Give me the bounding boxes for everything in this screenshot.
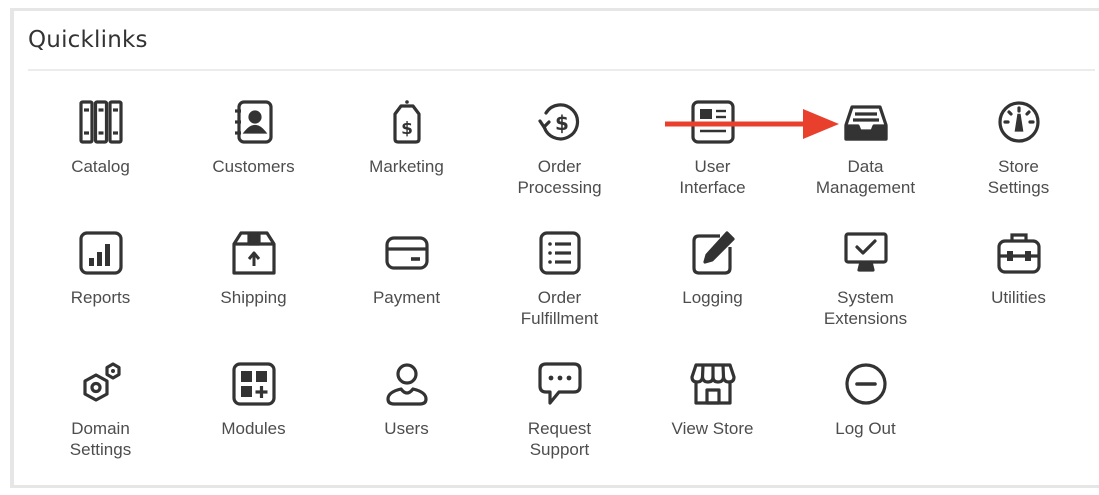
quicklinks-grid: Catalog Customers $ Marketing $ Order Pr… [24,90,1095,483]
logging-icon [687,227,739,279]
order-fulfillment-icon [534,227,586,279]
tile-utilities[interactable]: Utilities [942,221,1095,352]
tile-label: Payment [372,288,441,307]
tile-label: Store Settings [987,157,1050,197]
tile-label: Domain Settings [69,419,132,459]
catalog-icon [75,96,127,148]
tile-payment[interactable]: Payment [330,221,483,352]
tile-order-processing[interactable]: $ Order Processing [483,90,636,221]
tile-shipping[interactable]: Shipping [177,221,330,352]
order-processing-icon: $ [534,96,586,148]
tile-order-fulfillment[interactable]: Order Fulfillment [483,221,636,352]
tile-label: Order Processing [517,157,602,197]
tile-store-settings[interactable]: Store Settings [942,90,1095,221]
tile-label: View Store [671,419,754,438]
tile-users[interactable]: Users [330,352,483,483]
tile-label: Reports [70,288,131,307]
system-extensions-icon [840,227,892,279]
tile-view-store[interactable]: View Store [636,352,789,483]
tile-label: Modules [221,419,286,438]
tile-label: Marketing [369,157,444,176]
tile-label: Utilities [991,288,1046,307]
tile-label: Order Fulfillment [520,288,599,328]
users-icon [381,358,433,410]
tile-label: Request Support [527,419,592,459]
svg-text:$: $ [401,119,413,139]
tile-catalog[interactable]: Catalog [24,90,177,221]
marketing-icon: $ [381,96,433,148]
tile-label: Customers [212,157,295,176]
tile-log-out[interactable]: Log Out [789,352,942,483]
shipping-icon [228,227,280,279]
svg-text:$: $ [555,111,569,135]
tile-logging[interactable]: Logging [636,221,789,352]
tile-label: Data Management [815,157,916,197]
red-arrow-annotation [665,109,839,139]
log-out-icon [840,358,892,410]
view-store-icon [687,358,739,410]
payment-icon [381,227,433,279]
store-settings-icon [993,96,1045,148]
tile-label: Catalog [71,157,130,176]
domain-settings-icon [75,358,127,410]
tile-label: Users [384,419,429,438]
tile-label: System Extensions [823,288,908,328]
tile-marketing[interactable]: $ Marketing [330,90,483,221]
tile-system-extensions[interactable]: System Extensions [789,221,942,352]
tile-modules[interactable]: Modules [177,352,330,483]
data-management-icon [840,96,892,148]
tile-reports[interactable]: Reports [24,221,177,352]
tile-label: User Interface [679,157,746,197]
title-divider [28,69,1095,71]
tile-customers[interactable]: Customers [177,90,330,221]
customers-icon [228,96,280,148]
panel-title: Quicklinks [28,27,148,53]
tile-label: Logging [682,288,743,307]
reports-icon [75,227,127,279]
tile-request-support[interactable]: Request Support [483,352,636,483]
tile-domain-settings[interactable]: Domain Settings [24,352,177,483]
request-support-icon [534,358,586,410]
tile-label: Log Out [835,419,896,438]
utilities-icon [993,227,1045,279]
modules-icon [228,358,280,410]
tile-label: Shipping [220,288,287,307]
